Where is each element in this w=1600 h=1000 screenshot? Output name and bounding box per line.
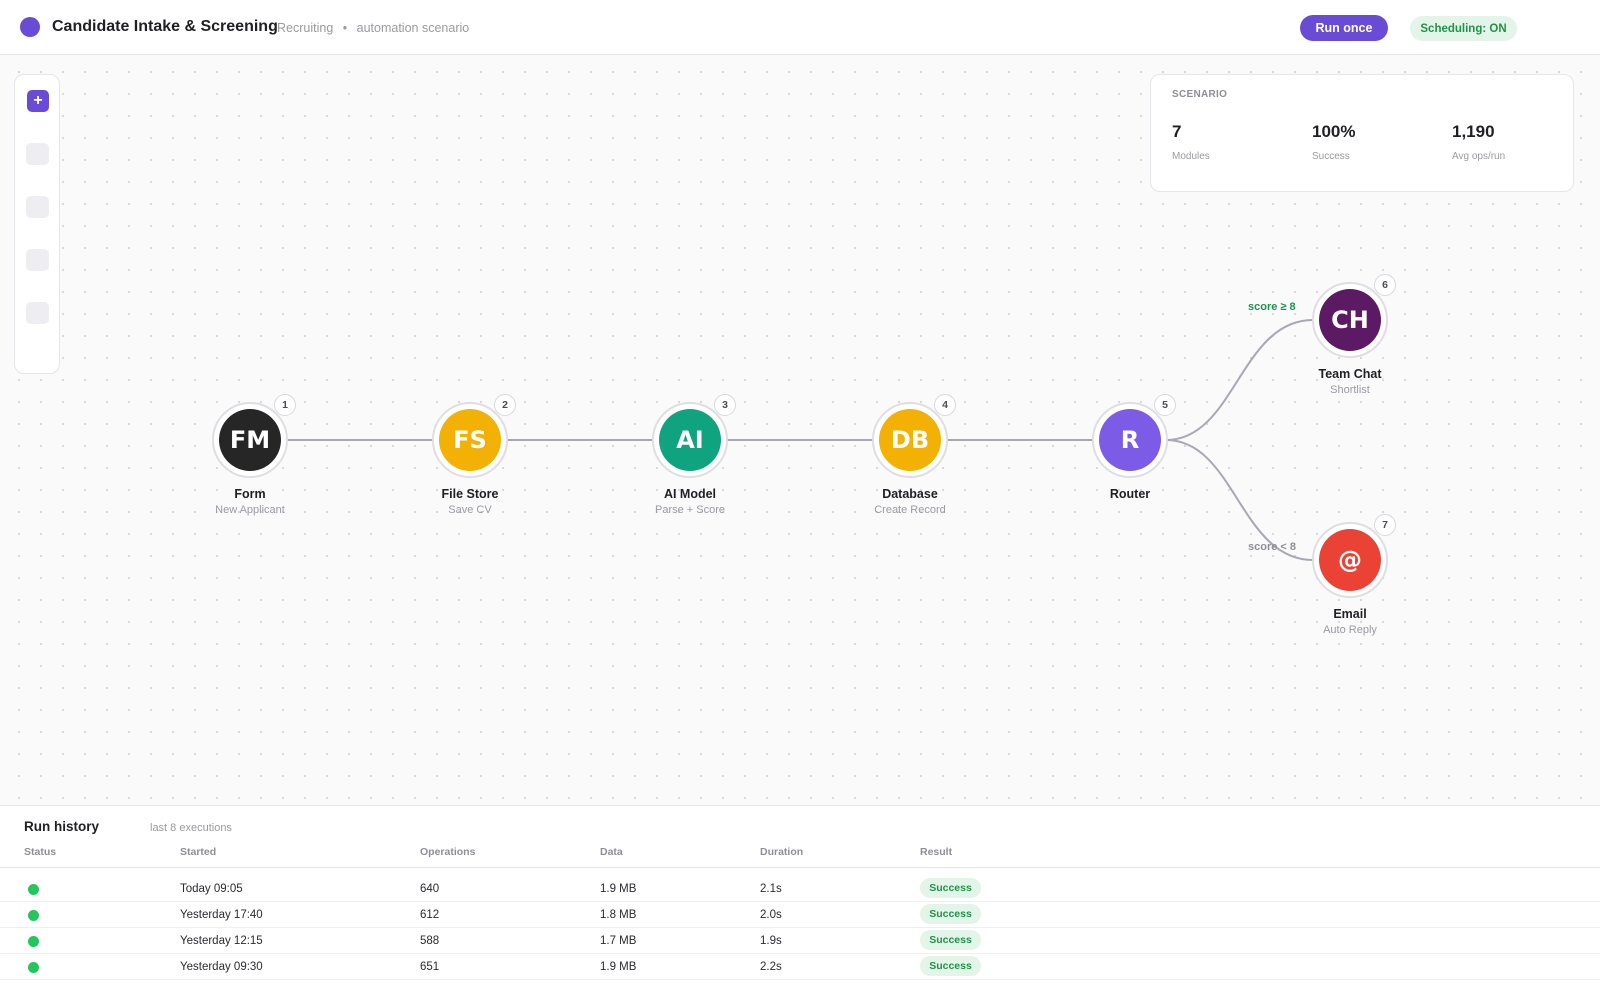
module-form[interactable]: FM 1 [212, 394, 296, 478]
module-file-store-number: 2 [494, 394, 516, 416]
module-ai-model-name: AI Model [663, 487, 717, 501]
top-bar: Candidate Intake & Screening Recruiting … [0, 0, 1600, 55]
result-badge: Success [920, 956, 981, 976]
run-once-button[interactable]: Run once [1300, 15, 1388, 41]
route-label-high[interactable]: score ≥ 8 [1248, 301, 1296, 313]
cell-started: Today 09:05 [180, 883, 243, 895]
module-router-name: Router [1109, 487, 1151, 501]
module-email-number: 7 [1374, 514, 1396, 536]
table-row[interactable]: Yesterday 17:40 612 1.8 MB 2.0s Success [0, 902, 1600, 928]
cell-operations: 651 [420, 961, 440, 973]
module-email[interactable]: @ 7 [1312, 514, 1396, 598]
cell-duration: 2.1s [760, 883, 782, 895]
module-team-chat[interactable]: CH 6 [1312, 274, 1396, 358]
cell-data: 1.9 MB [600, 961, 637, 973]
scenario-title: Candidate Intake & Screening [52, 18, 278, 35]
cell-duration: 2.2s [760, 961, 782, 973]
column-header-started[interactable]: Started [180, 846, 216, 858]
result-badge: Success [920, 904, 981, 924]
status-dot [28, 962, 39, 973]
module-ai-model-action: Parse + Score [654, 504, 725, 516]
module-form-number: 1 [274, 394, 296, 416]
module-database-action: Create Record [874, 504, 946, 516]
cell-data: 1.7 MB [600, 935, 637, 947]
table-row[interactable]: Yesterday 12:15 588 1.7 MB 1.9s Success [0, 928, 1600, 954]
run-history-title: Run history [24, 819, 100, 834]
status-dot [28, 936, 39, 947]
module-email-name: Email [1333, 607, 1367, 621]
cell-started: Yesterday 17:40 [180, 909, 263, 921]
column-header-status[interactable]: Status [24, 846, 56, 858]
cell-data: 1.8 MB [600, 909, 637, 921]
cell-operations: 640 [420, 883, 440, 895]
scheduling-toggle[interactable]: Scheduling: ON [1410, 16, 1517, 41]
scenario-canvas[interactable]: + SCENARIO 7 Modules 100% Success 1,190 … [0, 55, 1600, 805]
run-history-panel: Run history last 8 executions Status Sta… [0, 805, 1600, 1000]
status-dot [28, 884, 39, 895]
cell-data: 1.9 MB [600, 883, 637, 895]
table-row[interactable]: Today 09:05 640 1.9 MB 2.1s Success [0, 876, 1600, 902]
module-team-chat-icon: CH [1319, 289, 1381, 351]
cell-operations: 588 [420, 935, 440, 947]
module-email-icon: @ [1319, 529, 1381, 591]
module-file-store-icon: FS [439, 409, 501, 471]
table-row[interactable]: Yesterday 09:30 651 1.9 MB 2.2s Success [0, 954, 1600, 980]
module-router[interactable]: R 5 [1092, 394, 1176, 478]
module-ai-model[interactable]: AI 3 [652, 394, 736, 478]
column-header-duration[interactable]: Duration [760, 846, 803, 858]
cell-started: Yesterday 12:15 [180, 935, 263, 947]
cell-started: Yesterday 09:30 [180, 961, 263, 973]
module-file-store-action: Save CV [448, 504, 492, 516]
module-file-store-name: File Store [441, 487, 499, 501]
module-team-chat-action: Shortlist [1330, 384, 1370, 396]
cell-duration: 2.0s [760, 909, 782, 921]
module-file-store[interactable]: FS 2 [432, 394, 516, 478]
result-badge: Success [920, 878, 981, 898]
header-divider [0, 867, 1600, 868]
module-ai-model-icon: AI [659, 409, 721, 471]
module-team-chat-number: 6 [1374, 274, 1396, 296]
module-ai-model-number: 3 [714, 394, 736, 416]
cell-operations: 612 [420, 909, 440, 921]
run-history-subtitle: last 8 executions [150, 822, 232, 834]
module-form-icon: FM [219, 409, 281, 471]
module-form-name: Form [234, 487, 266, 501]
module-email-action: Auto Reply [1323, 624, 1377, 636]
column-header-data[interactable]: Data [600, 846, 623, 858]
column-header-result[interactable]: Result [920, 846, 952, 858]
app-logo [20, 17, 40, 37]
module-database[interactable]: DB 4 [872, 394, 956, 478]
breadcrumb-section[interactable]: Recruiting [277, 21, 333, 35]
route-label-low[interactable]: score < 8 [1248, 541, 1296, 553]
module-form-action: New Applicant [215, 504, 285, 516]
column-header-operations[interactable]: Operations [420, 846, 475, 858]
status-dot [28, 910, 39, 921]
module-database-name: Database [882, 487, 938, 501]
module-router-icon: R [1099, 409, 1161, 471]
module-team-chat-name: Team Chat [1318, 367, 1382, 381]
breadcrumb-type: automation scenario [356, 21, 470, 35]
breadcrumb-separator: • [342, 21, 348, 35]
module-router-number: 5 [1154, 394, 1176, 416]
module-database-number: 4 [934, 394, 956, 416]
result-badge: Success [920, 930, 981, 950]
cell-duration: 1.9s [760, 935, 782, 947]
breadcrumb: Recruiting • automation scenario [277, 21, 469, 35]
module-database-icon: DB [879, 409, 941, 471]
